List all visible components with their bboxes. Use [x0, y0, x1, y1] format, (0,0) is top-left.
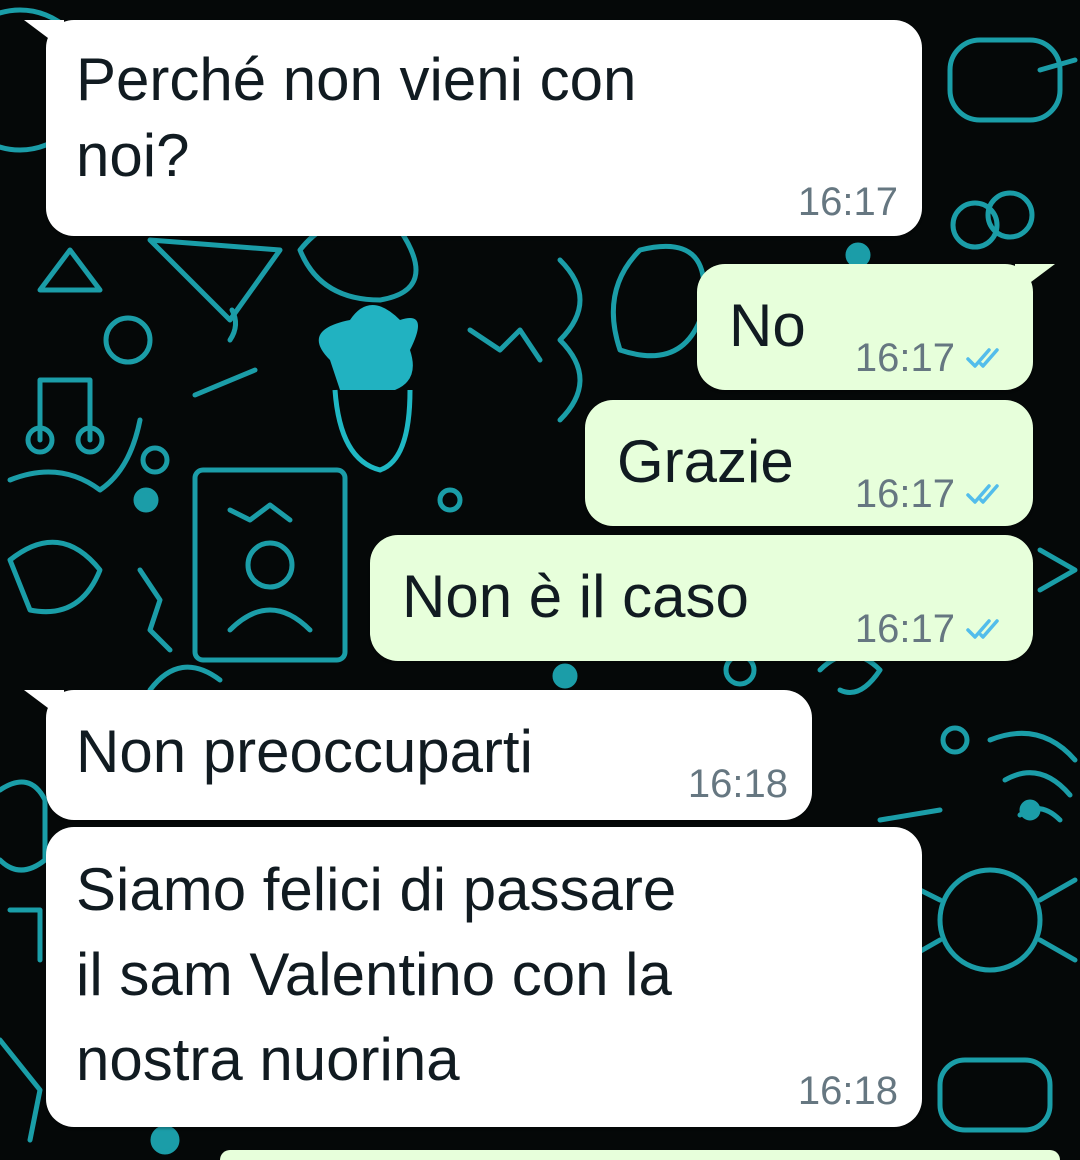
message-time: 16:17 [797, 180, 898, 224]
bubble-tail [1015, 264, 1055, 294]
spider-doodle-icon [937, 867, 1043, 973]
squiggle-doodle [137, 567, 173, 653]
bubble-tail [24, 690, 64, 720]
message-meta: 16:17 [855, 474, 1007, 514]
bird-doodle-icon [147, 664, 223, 693]
card-doodle-icon [192, 467, 348, 663]
message-meta: 16:17 [855, 338, 1007, 378]
cone-doodle-icon [37, 247, 103, 293]
bubble-tail [24, 20, 64, 50]
double-check-icon [966, 484, 999, 504]
message-text: Non è il caso [402, 563, 749, 630]
message-time: 16:18 [687, 762, 788, 806]
message-bubble-outgoing[interactable]: No 16:17 [697, 264, 1055, 390]
llama-doodle [0, 779, 48, 873]
message-meta: 16:17 [798, 182, 898, 222]
message-text: Grazie [617, 428, 794, 495]
cigarette-doodle-icon [192, 367, 258, 398]
message-time: 16:17 [854, 607, 955, 651]
glasses-doodle-icon [947, 37, 1063, 123]
message-text: Siamo felici di passare il sam Valentino… [76, 856, 677, 1093]
message-time: 16:17 [854, 336, 955, 380]
ghost-doodle-icon [610, 243, 707, 359]
hair-doodle-icon [318, 305, 418, 390]
sunglasses-doodle-icon [937, 1057, 1053, 1133]
pencil-doodle [0, 1037, 43, 1143]
rose-doodle-icon [7, 539, 103, 615]
message-bubble-incoming[interactable]: Non preoccuparti 16:18 [24, 690, 812, 820]
message-text: Non preoccuparti [76, 718, 533, 785]
message-bubble-incoming[interactable]: Siamo felici di passare il sam Valentino… [46, 827, 922, 1127]
wave-doodle [557, 257, 583, 423]
message-meta: 16:17 [855, 609, 1007, 649]
double-check-icon [966, 619, 999, 639]
message-meta: 16:18 [688, 764, 788, 804]
number-doodle [467, 327, 543, 363]
double-check-icon [966, 348, 999, 368]
message-time: 16:18 [797, 1069, 898, 1113]
message-time: 16:17 [854, 472, 955, 516]
message-bubble-outgoing[interactable]: Non è il caso 16:17 [370, 535, 1033, 661]
message-text: Perché non vieni con noi? [76, 46, 637, 189]
wifi-doodle-icon [987, 730, 1078, 763]
ring-doodle-icon [103, 315, 153, 365]
message-text: No [729, 292, 806, 359]
message-meta: 16:18 [798, 1071, 898, 1111]
diamond-doodle-icon [147, 237, 283, 323]
message-bubble-outgoing[interactable]: Grazie 16:17 [585, 400, 1033, 526]
message-bubble-incoming[interactable]: Perché non vieni con noi? 16:17 [24, 20, 922, 236]
